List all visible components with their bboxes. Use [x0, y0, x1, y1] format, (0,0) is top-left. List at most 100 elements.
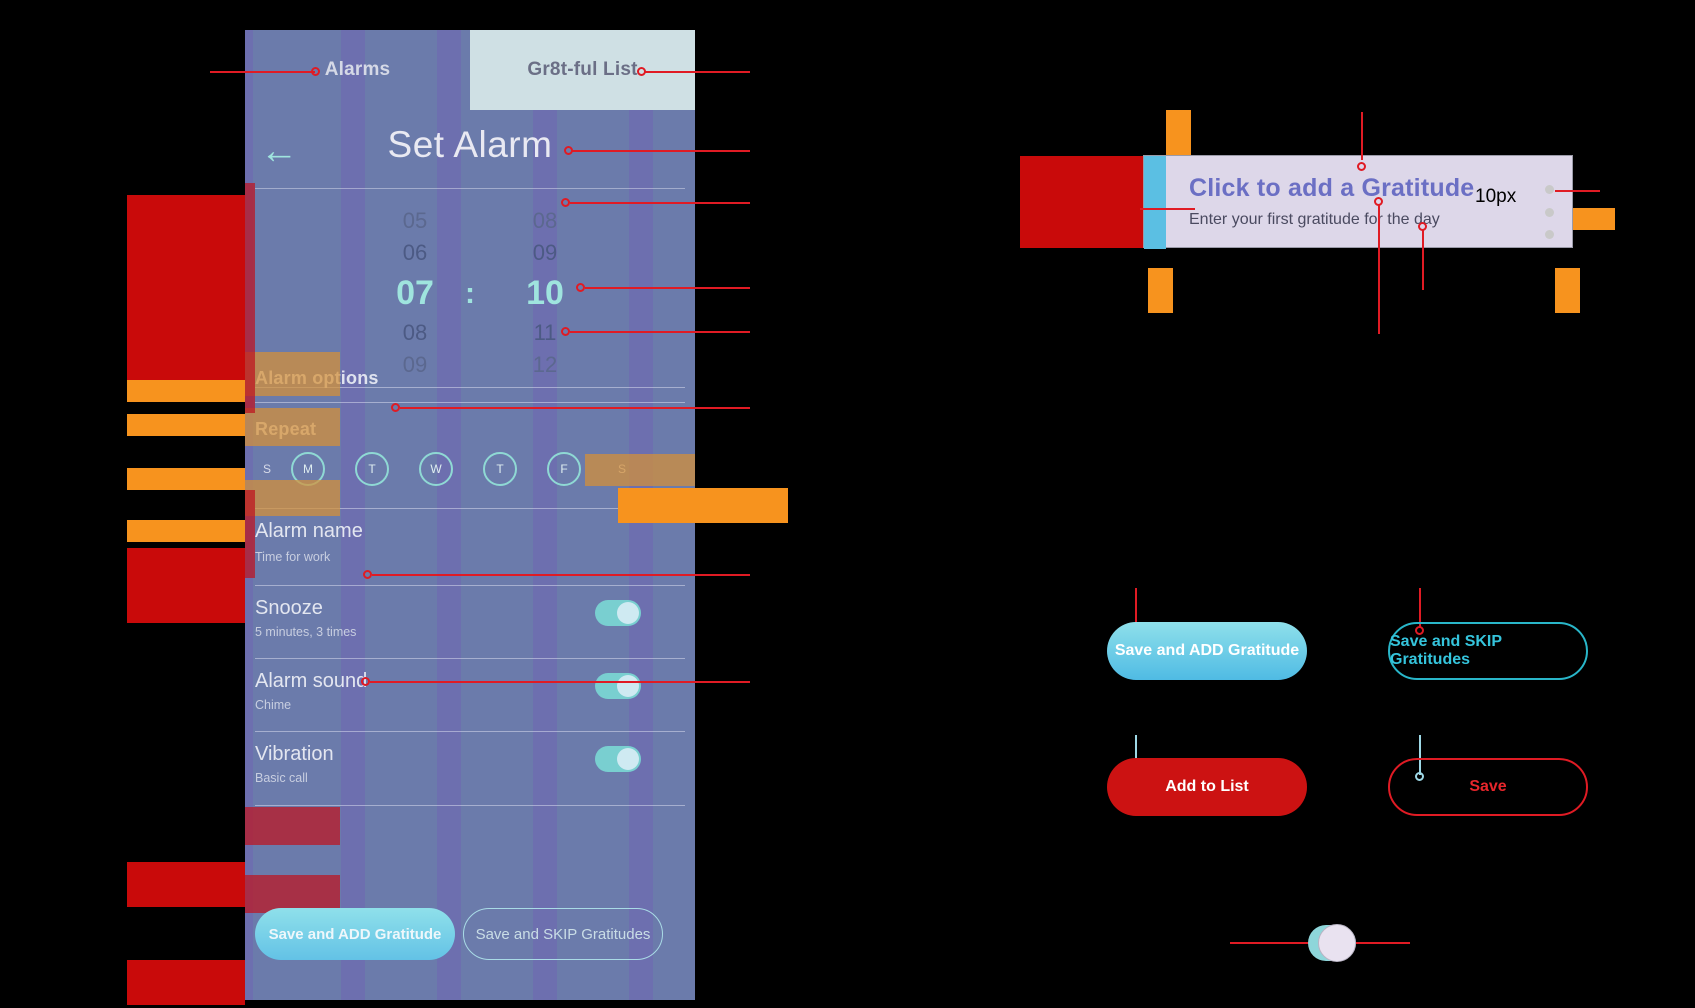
annotation-dot — [561, 327, 570, 336]
spacing-overlay — [245, 807, 340, 845]
repeat-day-thu[interactable]: T — [483, 452, 517, 486]
measurement-block — [127, 380, 245, 402]
annotation-leader — [1140, 208, 1195, 210]
tab-alarms[interactable]: Alarms — [245, 30, 470, 110]
annotation-leader — [1378, 204, 1380, 334]
spacing-label-10px: 10px — [1475, 186, 1517, 207]
repeat-day-tue[interactable]: T — [355, 452, 389, 486]
resize-handle[interactable] — [1545, 230, 1554, 239]
toggle-knob — [617, 675, 639, 697]
save-and-add-gratitude-label: Save and ADD Gratitude — [268, 925, 442, 943]
annotation-leader — [570, 202, 750, 204]
measurement-block — [127, 195, 245, 380]
snooze-title[interactable]: Snooze — [255, 597, 323, 620]
hour-wheel[interactable]: 05 06 07 08 09 — [355, 205, 475, 381]
save-button-spec[interactable]: Save — [1388, 758, 1588, 816]
resize-handle[interactable] — [1545, 185, 1554, 194]
header-divider — [255, 188, 685, 189]
annotation-dot — [1418, 222, 1427, 231]
alarm-sound-value[interactable]: Chime — [255, 698, 291, 712]
hour-option[interactable]: 06 — [355, 237, 475, 269]
annotation-dot — [564, 146, 573, 155]
day-letter: T — [368, 462, 376, 476]
measurement-block — [127, 548, 245, 623]
measurement-block — [618, 488, 788, 523]
annotation-dot — [1357, 162, 1366, 171]
tab-grateful-list-label: Gr8t-ful List — [527, 59, 638, 80]
annotation-dot — [561, 198, 570, 207]
add-to-list-button-spec[interactable]: Add to List — [1107, 758, 1307, 816]
time-separator: : — [465, 277, 475, 310]
section-divider — [255, 402, 685, 403]
spacing-overlay — [585, 454, 695, 486]
day-letter: F — [560, 462, 568, 476]
resize-handle[interactable] — [1545, 208, 1554, 217]
measurement-block — [127, 520, 245, 542]
minute-wheel[interactable]: 08 09 10 11 12 — [485, 205, 605, 381]
measurement-block — [127, 960, 245, 1005]
annotation-leader — [210, 71, 315, 73]
save-and-skip-gratitudes-label: Save and SKIP Gratitudes — [1390, 633, 1502, 668]
minute-option[interactable]: 12 — [485, 349, 605, 381]
annotation-dot — [363, 570, 372, 579]
alarm-name-value[interactable]: Time for work — [255, 550, 330, 564]
day-letter: T — [496, 462, 504, 476]
spacing-overlay — [245, 183, 255, 413]
annotation-leader — [370, 681, 750, 683]
day-letter: S — [262, 462, 271, 476]
save-and-skip-gratitudes-label: Save and SKIP Gratitudes — [475, 925, 651, 943]
row-divider — [255, 585, 685, 586]
annotation-dot — [576, 283, 585, 292]
page-title: Set Alarm — [387, 124, 553, 165]
minute-option[interactable]: 09 — [485, 237, 605, 269]
vibration-title[interactable]: Vibration — [255, 743, 334, 766]
row-divider — [255, 658, 685, 659]
save-and-add-gratitude-button-spec[interactable]: Save and ADD Gratitude — [1107, 622, 1307, 680]
measurement-block — [127, 414, 245, 436]
spacing-overlay — [245, 352, 340, 396]
card-accent-bar — [1144, 156, 1166, 249]
day-letter: M — [303, 462, 313, 476]
alarm-sound-title[interactable]: Alarm sound — [255, 670, 367, 693]
hour-selected[interactable]: 07 — [355, 269, 475, 317]
annotation-leader — [570, 331, 750, 333]
minute-option[interactable]: 08 — [485, 205, 605, 237]
snooze-value[interactable]: 5 minutes, 3 times — [255, 625, 356, 639]
annotation-leader — [585, 287, 750, 289]
annotation-leader — [645, 71, 750, 73]
annotation-dot — [361, 677, 370, 686]
annotation-dot — [391, 403, 400, 412]
annotation-dot — [311, 67, 320, 76]
day-letter: W — [430, 462, 442, 476]
save-and-skip-gratitudes-button[interactable]: Save and SKIP Gratitudes — [463, 908, 663, 960]
alarm-sound-toggle[interactable] — [595, 673, 641, 699]
vibration-toggle[interactable] — [595, 746, 641, 772]
measurement-block — [127, 468, 245, 490]
spacing-overlay — [245, 490, 255, 578]
vibration-value[interactable]: Basic call — [255, 771, 308, 785]
save-and-skip-gratitudes-button-spec[interactable]: Save and SKIP Gratitudes — [1388, 622, 1588, 680]
toggle-switch-spec[interactable] — [1308, 924, 1356, 962]
screen-header: ← Set Alarm — [245, 114, 695, 190]
save-and-add-gratitude-button[interactable]: Save and ADD Gratitude — [255, 908, 455, 960]
row-divider — [255, 731, 685, 732]
minute-option[interactable]: 11 — [485, 317, 605, 349]
row-divider — [255, 805, 685, 806]
snooze-toggle[interactable] — [595, 600, 641, 626]
tab-alarms-label: Alarms — [324, 59, 391, 80]
repeat-day-wed[interactable]: W — [419, 452, 453, 486]
annotation-leader — [1422, 230, 1424, 290]
gratitude-card-title[interactable]: Click to add a Gratitude — [1189, 174, 1474, 203]
alarm-name-title[interactable]: Alarm name — [255, 520, 363, 543]
minute-selected[interactable]: 10 — [485, 269, 605, 317]
measurement-block — [127, 862, 245, 907]
repeat-day-fri[interactable]: F — [547, 452, 581, 486]
toggle-knob — [1318, 924, 1356, 962]
hour-option[interactable]: 08 — [355, 317, 475, 349]
measurement-block — [1148, 268, 1173, 313]
toggle-knob — [617, 748, 639, 770]
mockup-canvas: Alarms Gr8t-ful List ← Set Alarm 05 06 0… — [0, 0, 1695, 1008]
hour-option[interactable]: 05 — [355, 205, 475, 237]
tab-grateful-list[interactable]: Gr8t-ful List — [470, 30, 695, 110]
gratitude-card-subtitle: Enter your first gratitude for the day — [1189, 211, 1440, 228]
